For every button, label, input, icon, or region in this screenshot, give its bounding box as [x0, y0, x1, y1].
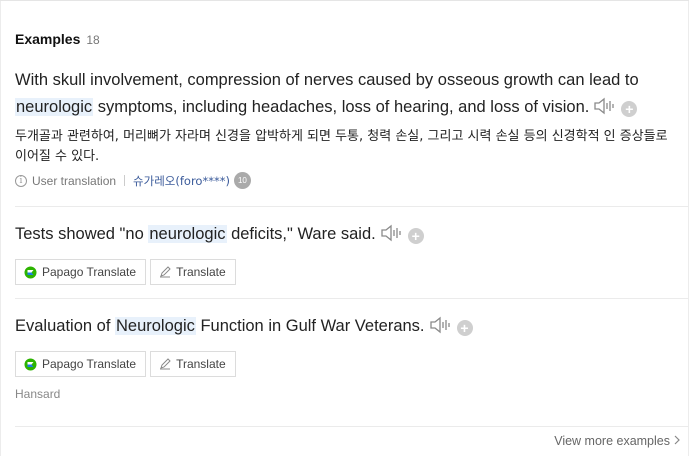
- papago-translate-button[interactable]: Papago Translate: [15, 259, 147, 285]
- meta-separator: [124, 175, 126, 186]
- sentence-text: deficits," Ware said.: [226, 225, 376, 243]
- user-level-badge: 10: [233, 172, 251, 189]
- translation-meta: i User translation 슈가레오(foro****) 10: [15, 172, 675, 189]
- translate-label: Translate: [176, 357, 226, 371]
- view-more-label: View more examples: [554, 434, 670, 448]
- plus-icon[interactable]: +: [621, 101, 638, 117]
- translate-buttons: Papago Translate Translate: [15, 259, 675, 285]
- info-icon[interactable]: i: [15, 174, 27, 187]
- highlighted-word[interactable]: neurologic: [15, 98, 94, 116]
- examples-header: Examples 18: [15, 31, 100, 47]
- sentence-text: Function in Gulf War Veterans.: [195, 317, 425, 335]
- translate-buttons: Papago Translate Translate: [15, 351, 675, 377]
- example-sentence: Tests showed "no neurologic deficits," W…: [15, 221, 675, 251]
- sentence-text: Evaluation of: [15, 317, 115, 335]
- plus-icon[interactable]: +: [407, 228, 424, 244]
- papago-translate-button[interactable]: Papago Translate: [15, 351, 147, 377]
- example-count: 18: [86, 33, 100, 47]
- papago-logo-icon: [24, 266, 37, 279]
- example-source: Hansard: [15, 387, 61, 401]
- highlighted-word[interactable]: neurologic: [148, 225, 227, 243]
- papago-translate-label: Papago Translate: [42, 265, 137, 279]
- pencil-icon: [159, 358, 171, 370]
- highlighted-word[interactable]: Neurologic: [114, 317, 196, 335]
- translation-text: 두개골과 관련하여, 머리뼈가 자라며 신경을 압박하게 되면 두통, 청력 손…: [15, 129, 668, 164]
- pencil-icon: [159, 266, 171, 278]
- translate-button[interactable]: Translate: [150, 351, 236, 377]
- view-more-examples-link[interactable]: View more examples: [554, 434, 680, 448]
- example-sentence: With skull involvement, compression of n…: [15, 67, 675, 124]
- sentence-text: With skull involvement, compression of n…: [15, 71, 639, 89]
- example-divider: [15, 206, 689, 207]
- sentence-text: symptoms, including headaches, loss of h…: [93, 98, 590, 116]
- section-title: Examples: [15, 31, 81, 47]
- example-sentence: Evaluation of Neurologic Function in Gul…: [15, 313, 675, 343]
- translate-label: Translate: [176, 265, 226, 279]
- example-item-1: With skull involvement, compression of n…: [15, 67, 675, 189]
- translation-label: User translation: [32, 173, 117, 188]
- translator-user-link[interactable]: 슈가레오(foro****): [133, 173, 230, 189]
- plus-icon[interactable]: +: [456, 320, 473, 336]
- example-divider: [15, 298, 689, 299]
- chevron-right-icon: [674, 434, 680, 448]
- papago-logo-icon: [24, 358, 37, 371]
- example-item-3: Evaluation of Neurologic Function in Gul…: [15, 313, 675, 401]
- sentence-text: Tests showed "no: [15, 225, 149, 243]
- translate-button[interactable]: Translate: [150, 259, 236, 285]
- speaker-icon[interactable]: [593, 97, 615, 124]
- speaker-icon[interactable]: [380, 224, 402, 251]
- example-item-2: Tests showed "no neurologic deficits," W…: [15, 221, 675, 285]
- footer-divider: [15, 426, 689, 427]
- top-divider: [0, 0, 689, 1]
- speaker-icon[interactable]: [429, 316, 451, 343]
- papago-translate-label: Papago Translate: [42, 357, 137, 371]
